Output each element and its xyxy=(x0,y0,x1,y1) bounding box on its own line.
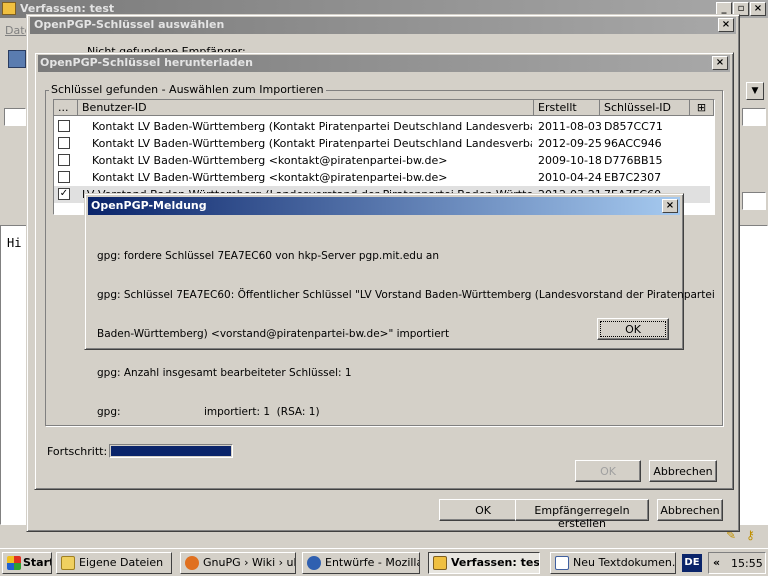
key-row-checkbox[interactable] xyxy=(58,137,70,149)
start-button[interactable]: Start xyxy=(2,552,52,574)
download-keys-titlebar: OpenPGP-Schlüssel herunterladen × xyxy=(38,55,730,72)
message-line: gpg: fordere Schlüssel 7EA7EC60 von hkp-… xyxy=(97,250,440,262)
compose-app-icon xyxy=(2,2,16,15)
close-button[interactable]: × xyxy=(750,2,766,16)
key-row[interactable]: Kontakt LV Baden-Württemberg <kontakt@pi… xyxy=(54,169,710,186)
key-row-created: 2011-08-03 xyxy=(538,120,602,133)
firefox-icon xyxy=(185,556,199,570)
start-label: Start xyxy=(23,556,52,569)
download-ok-button[interactable]: OK xyxy=(575,460,641,482)
thunderbird-icon xyxy=(307,556,321,570)
task-verfassen-test[interactable]: Verfassen: test xyxy=(428,552,540,574)
address-type-field[interactable] xyxy=(4,108,26,126)
select-keys-cancel-button[interactable]: Abbrechen xyxy=(657,499,723,521)
message-text: gpg: fordere Schlüssel 7EA7EC60 von hkp-… xyxy=(97,224,715,445)
notepad-icon xyxy=(555,556,569,570)
task-label: Neu Textdokumen... xyxy=(573,556,676,569)
system-tray: « 15:55 xyxy=(708,552,766,574)
key-row-created: 2009-10-18 xyxy=(538,154,602,167)
compose-icon xyxy=(433,556,447,570)
select-keys-title: OpenPGP-Schlüssel auswählen xyxy=(34,18,225,31)
task-label: Verfassen: test xyxy=(451,556,540,569)
message-line: gpg: Anzahl insgesamt bearbeiteter Schlü… xyxy=(97,367,352,379)
keys-groupbox-label: Schlüssel gefunden - Auswählen zum Impor… xyxy=(49,83,326,96)
key-row-checkbox[interactable] xyxy=(58,154,70,166)
message-titlebar: OpenPGP-Meldung × xyxy=(88,197,680,215)
key-icon: ⚷ xyxy=(746,528,755,542)
key-row-key-id: 96ACC946 xyxy=(604,137,662,150)
message-body-text: Hi xyxy=(7,236,22,250)
key-row-user-id: Kontakt LV Baden-Württemberg <kontakt@pi… xyxy=(92,171,448,184)
key-row[interactable]: Kontakt LV Baden-Württemberg (Kontakt Pi… xyxy=(54,118,710,135)
language-indicator[interactable]: DE xyxy=(682,554,702,572)
column-header-select[interactable]: ... xyxy=(54,100,78,116)
task-neu-textdokument[interactable]: Neu Textdokumen... xyxy=(550,552,676,574)
clock[interactable]: 15:55 xyxy=(731,557,763,570)
task-entwuerfe[interactable]: Entwürfe - Mozilla... xyxy=(302,552,420,574)
key-row[interactable]: Kontakt LV Baden-Württemberg (Kontakt Pi… xyxy=(54,135,710,152)
taskbar: Start Eigene Dateien GnuPG › Wiki › ub..… xyxy=(0,548,768,576)
message-title: OpenPGP-Meldung xyxy=(91,199,207,212)
task-label: Entwürfe - Mozilla... xyxy=(325,556,419,569)
task-gnupg-wiki[interactable]: GnuPG › Wiki › ub... xyxy=(180,552,296,574)
key-row-user-id: Kontakt LV Baden-Württemberg (Kontakt Pi… xyxy=(92,137,532,150)
task-eigene-dateien[interactable]: Eigene Dateien xyxy=(56,552,172,574)
task-label: Eigene Dateien xyxy=(79,556,164,569)
chevron-down-icon[interactable]: ▼ xyxy=(746,82,764,100)
key-row-created: 2010-04-24 xyxy=(538,171,602,184)
column-header-key-id[interactable]: Schlüssel-ID xyxy=(600,100,690,116)
key-row-key-id: EB7C2307 xyxy=(604,171,662,184)
recipient-rules-button[interactable]: Empfängerregeln erstellen xyxy=(515,499,649,530)
key-row-checkbox[interactable] xyxy=(58,120,70,132)
windows-logo-icon xyxy=(7,556,21,570)
key-row[interactable]: Kontakt LV Baden-Württemberg <kontakt@pi… xyxy=(54,152,710,169)
progress-bar-fill xyxy=(111,446,231,456)
key-row-checkbox-checked[interactable]: ✓ xyxy=(58,188,70,200)
address-field-right[interactable] xyxy=(742,108,766,126)
task-label: GnuPG › Wiki › ub... xyxy=(203,556,295,569)
column-header-user-id[interactable]: Benutzer-ID xyxy=(78,100,534,116)
download-cancel-button[interactable]: Abbrechen xyxy=(649,460,717,482)
download-keys-title: OpenPGP-Schlüssel herunterladen xyxy=(40,56,253,69)
message-close-button[interactable]: × xyxy=(662,199,678,213)
key-row-created: 2012-09-25 xyxy=(538,137,602,150)
subject-field-right[interactable] xyxy=(742,192,766,210)
download-keys-close-button[interactable]: × xyxy=(712,56,728,70)
progress-bar xyxy=(109,444,233,458)
key-row-checkbox[interactable] xyxy=(58,171,70,183)
message-line: gpg: Schlüssel 7EA7EC60: Öffentlicher Sc… xyxy=(97,289,715,301)
column-picker-icon[interactable]: ⊞ xyxy=(690,100,714,116)
select-keys-close-button[interactable]: × xyxy=(718,18,734,32)
folder-icon xyxy=(61,556,75,570)
key-row-user-id: Kontakt LV Baden-Württemberg (Kontakt Pi… xyxy=(92,120,532,133)
send-icon[interactable] xyxy=(8,50,26,68)
key-row-key-id: D776BB15 xyxy=(604,154,663,167)
select-keys-ok-button[interactable]: OK xyxy=(439,499,527,521)
tray-expand-chevron[interactable]: « xyxy=(713,556,720,569)
progress-label: Fortschritt: xyxy=(47,445,108,458)
key-row-user-id: Kontakt LV Baden-Württemberg <kontakt@pi… xyxy=(92,154,448,167)
key-row-key-id: D857CC71 xyxy=(604,120,663,133)
message-ok-button[interactable]: OK xyxy=(597,318,669,340)
message-line: Baden-Württemberg) <vorstand@piratenpart… xyxy=(97,328,450,340)
column-header-created[interactable]: Erstellt xyxy=(534,100,600,116)
select-keys-titlebar: OpenPGP-Schlüssel auswählen × xyxy=(30,17,736,34)
openpgp-message-dialog: OpenPGP-Meldung × gpg: fordere Schlüssel… xyxy=(84,193,715,418)
message-line: gpg: importiert: 1 (RSA: 1) xyxy=(97,406,320,418)
